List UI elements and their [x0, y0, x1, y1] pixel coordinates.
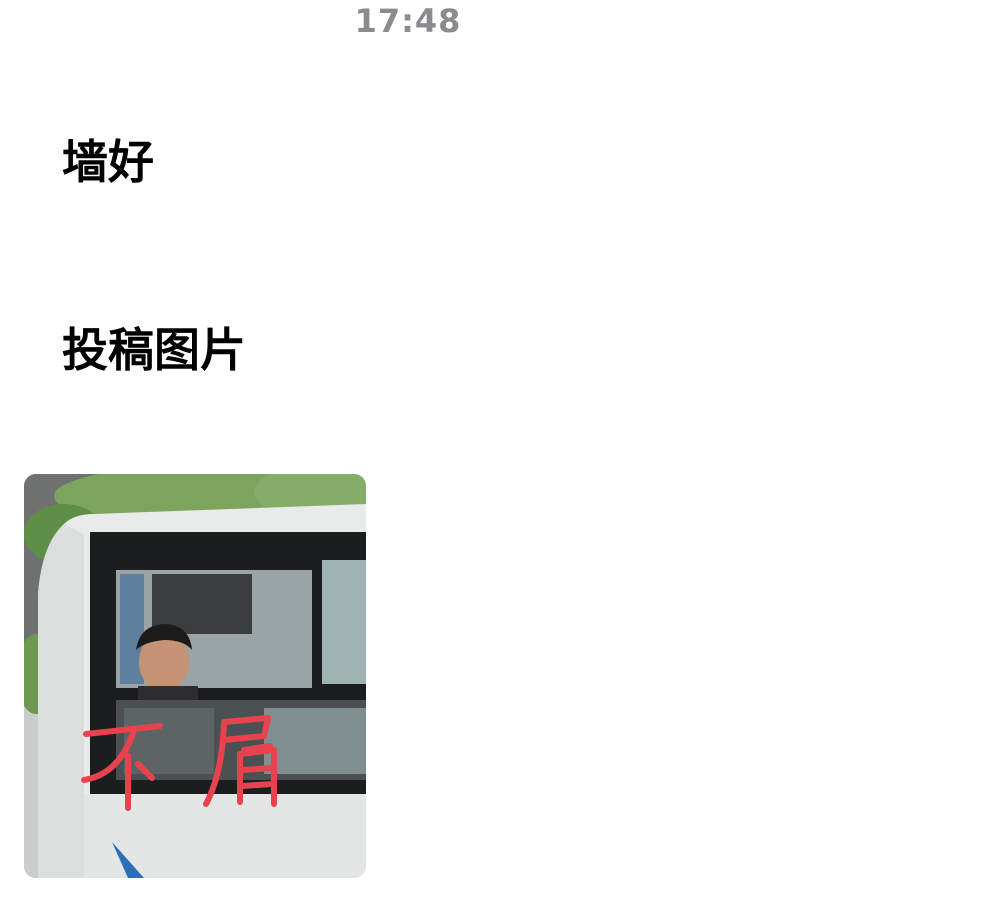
submitted-image-thumbnail[interactable]: [24, 474, 366, 878]
section-title-submitted-images: 投稿图片: [62, 323, 246, 377]
bus-window-photo: [24, 474, 366, 878]
status-bar-time: 17:48: [354, 2, 462, 40]
greeting-heading: 墙好: [62, 135, 154, 189]
